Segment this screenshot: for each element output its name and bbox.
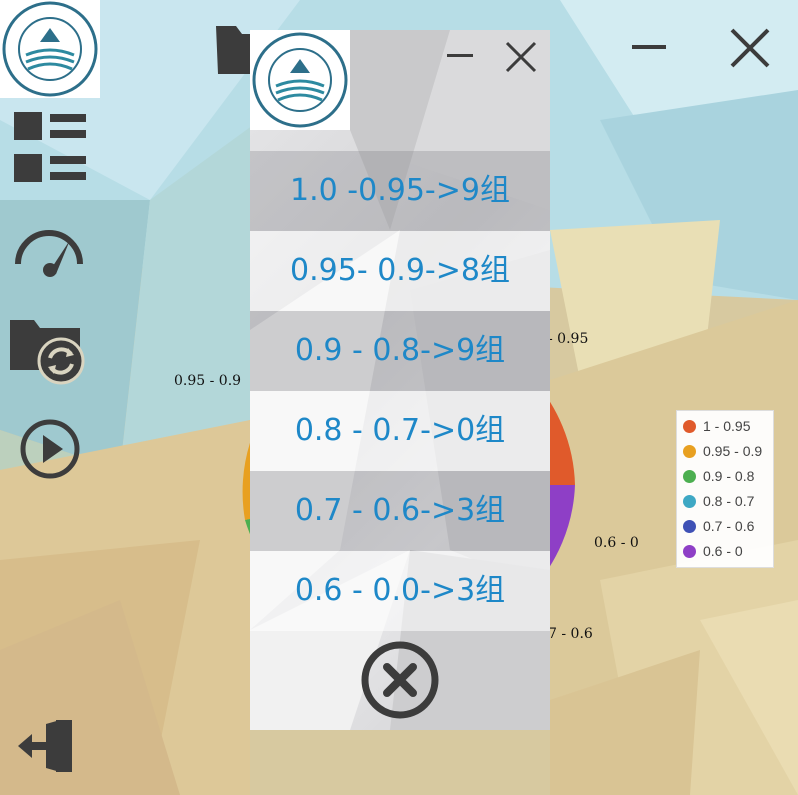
group-row: 0.8 - 0.7->0组 bbox=[250, 391, 550, 471]
minimize-icon[interactable] bbox=[630, 40, 670, 56]
close-icon[interactable] bbox=[728, 26, 772, 70]
group-row: 0.9 - 0.8->9组 bbox=[250, 311, 550, 391]
legend-dot bbox=[683, 420, 696, 433]
group-row: 0.6 - 0.0->3组 bbox=[250, 551, 550, 631]
legend-label: 0.95 - 0.9 bbox=[703, 443, 763, 459]
play-icon[interactable] bbox=[20, 419, 80, 479]
pie-label-0.95-0.9: 0.95 - 0.9 bbox=[174, 373, 242, 389]
legend-dot bbox=[683, 520, 696, 533]
popup-minimize-icon[interactable] bbox=[446, 50, 476, 62]
legend-dot bbox=[683, 545, 696, 558]
legend-item: 1 - 0.95 bbox=[683, 416, 750, 436]
gauge-icon[interactable] bbox=[12, 228, 86, 278]
pie-label-0.6-0: 0.6 - 0 bbox=[594, 535, 639, 551]
pie-label-1-0.95: - 0.95 bbox=[548, 331, 589, 347]
legend-dot bbox=[683, 470, 696, 483]
university-logo bbox=[0, 0, 100, 98]
legend-item: 0.8 - 0.7 bbox=[683, 491, 754, 511]
folder-sync-icon[interactable] bbox=[10, 316, 86, 386]
legend-item: 0.7 - 0.6 bbox=[683, 516, 754, 536]
legend-item: 0.9 - 0.8 bbox=[683, 466, 754, 486]
legend-label: 0.7 - 0.6 bbox=[703, 518, 755, 534]
group-summary-popup: 1.0 -0.95->9组 0.95- 0.9->8组 0.9 - 0.8->9… bbox=[250, 30, 550, 730]
pie-label-0.7-0.6: 7 - 0.6 bbox=[548, 626, 593, 642]
popup-logo bbox=[250, 30, 350, 130]
popup-close-icon[interactable] bbox=[504, 40, 538, 74]
chart-legend: 1 - 0.95 0.95 - 0.9 0.9 - 0.8 0.8 - 0.7 … bbox=[676, 410, 774, 568]
legend-label: 0.6 - 0 bbox=[703, 543, 743, 559]
legend-label: 0.8 - 0.7 bbox=[703, 493, 755, 509]
legend-dot bbox=[683, 445, 696, 458]
legend-item: 0.6 - 0 bbox=[683, 541, 743, 561]
dismiss-circle-icon[interactable] bbox=[360, 640, 440, 720]
folder-icon[interactable] bbox=[214, 24, 254, 76]
exit-icon[interactable] bbox=[18, 720, 74, 772]
group-row: 0.7 - 0.6->3组 bbox=[250, 471, 550, 551]
grid-list-icon[interactable] bbox=[14, 112, 86, 184]
legend-item: 0.95 - 0.9 bbox=[683, 441, 762, 461]
group-row: 0.95- 0.9->8组 bbox=[250, 231, 550, 311]
group-row: 1.0 -0.95->9组 bbox=[250, 151, 550, 231]
legend-label: 1 - 0.95 bbox=[703, 418, 751, 434]
legend-label: 0.9 - 0.8 bbox=[703, 468, 755, 484]
legend-dot bbox=[683, 495, 696, 508]
